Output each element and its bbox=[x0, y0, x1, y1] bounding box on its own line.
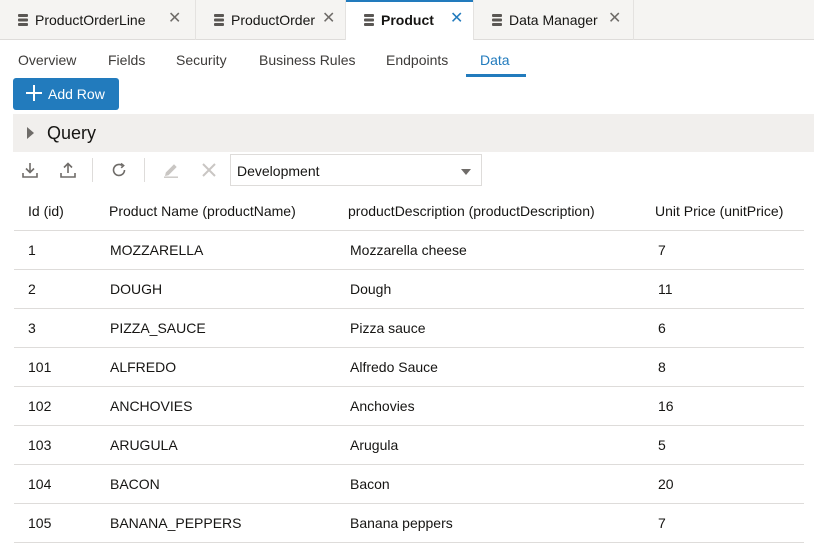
cell-product-description: Dough bbox=[350, 281, 392, 297]
cell-product-description: Banana peppers bbox=[350, 515, 453, 531]
cell-product-name: BANANA_PEPPERS bbox=[110, 515, 242, 531]
database-icon bbox=[214, 14, 224, 26]
cell-id: 103 bbox=[28, 437, 52, 453]
tab-endpoints[interactable]: Endpoints bbox=[386, 52, 448, 68]
tab-fields[interactable]: Fields bbox=[108, 52, 145, 68]
environment-select[interactable]: Development bbox=[230, 154, 482, 186]
cell-unit-price: 7 bbox=[658, 515, 666, 531]
tab-data-manager[interactable]: Data Manager ✕ bbox=[474, 0, 634, 40]
column-header-product-description[interactable]: productDescription (productDescription) bbox=[348, 203, 595, 219]
document-tab-bar: ProductOrderLine ✕ ProductOrder ✕ Produc… bbox=[0, 0, 814, 40]
close-icon[interactable]: ✕ bbox=[322, 10, 335, 28]
toolbar-separator bbox=[92, 158, 93, 182]
cell-id: 1 bbox=[28, 242, 36, 258]
edit-icon[interactable] bbox=[162, 161, 180, 179]
toolbar-separator bbox=[144, 158, 145, 182]
close-icon[interactable]: ✕ bbox=[168, 10, 181, 28]
tab-label: Product bbox=[381, 12, 434, 28]
cell-id: 2 bbox=[28, 281, 36, 297]
table-row[interactable]: 105 BANANA_PEPPERS Banana peppers 7 bbox=[14, 504, 804, 543]
cell-product-description: Alfredo Sauce bbox=[350, 359, 438, 375]
data-grid: Id (id) Product Name (productName) produ… bbox=[14, 192, 804, 543]
close-icon[interactable]: ✕ bbox=[450, 10, 463, 28]
cell-unit-price: 5 bbox=[658, 437, 666, 453]
cell-product-description: Pizza sauce bbox=[350, 320, 426, 336]
cell-product-description: Arugula bbox=[350, 437, 399, 453]
cell-unit-price: 8 bbox=[658, 359, 666, 375]
cell-unit-price: 6 bbox=[658, 320, 666, 336]
tab-productorder[interactable]: ProductOrder ✕ bbox=[196, 0, 346, 40]
cell-product-description: Bacon bbox=[350, 476, 390, 492]
tab-overview[interactable]: Overview bbox=[18, 52, 76, 68]
column-header-product-name[interactable]: Product Name (productName) bbox=[109, 203, 296, 219]
tab-data[interactable]: Data bbox=[480, 52, 510, 68]
environment-value: Development bbox=[237, 163, 320, 179]
table-row[interactable]: 2 DOUGH Dough 11 bbox=[14, 270, 804, 309]
tab-label: ProductOrderLine bbox=[35, 12, 146, 28]
tab-label: Data Manager bbox=[509, 12, 598, 28]
table-row[interactable]: 3 PIZZA_SAUCE Pizza sauce 6 bbox=[14, 309, 804, 348]
expand-caret-icon[interactable] bbox=[27, 127, 34, 139]
plus-icon bbox=[26, 85, 42, 101]
data-toolbar: Development bbox=[13, 152, 814, 188]
query-title: Query bbox=[47, 123, 97, 143]
cell-id: 105 bbox=[28, 515, 52, 531]
cell-id: 3 bbox=[28, 320, 36, 336]
sub-tab-bar: Overview Fields Security Business Rules … bbox=[0, 40, 814, 78]
cell-id: 104 bbox=[28, 476, 52, 492]
cell-unit-price: 16 bbox=[658, 398, 674, 414]
tab-business-rules[interactable]: Business Rules bbox=[259, 52, 356, 68]
table-row[interactable]: 101 ALFREDO Alfredo Sauce 8 bbox=[14, 348, 804, 387]
tab-productorderline[interactable]: ProductOrderLine ✕ bbox=[0, 0, 196, 40]
database-icon bbox=[364, 14, 374, 26]
tab-security[interactable]: Security bbox=[176, 52, 227, 68]
column-header-id[interactable]: Id (id) bbox=[28, 203, 64, 219]
query-panel-header[interactable]: Query bbox=[13, 114, 814, 152]
cell-product-description: Mozzarella cheese bbox=[350, 242, 467, 258]
close-icon[interactable]: ✕ bbox=[608, 10, 621, 28]
table-header: Id (id) Product Name (productName) produ… bbox=[14, 192, 804, 231]
table-row[interactable]: 104 BACON Bacon 20 bbox=[14, 465, 804, 504]
cell-product-name: MOZZARELLA bbox=[110, 242, 204, 258]
download-icon[interactable] bbox=[21, 161, 39, 179]
tab-product[interactable]: Product ✕ bbox=[346, 0, 474, 40]
cell-product-description: Anchovies bbox=[350, 398, 415, 414]
table-row[interactable]: 1 MOZZARELLA Mozzarella cheese 7 bbox=[14, 231, 804, 270]
database-icon bbox=[492, 14, 502, 26]
add-row-label: Add Row bbox=[48, 86, 105, 102]
active-tab-indicator bbox=[466, 74, 526, 77]
cell-id: 102 bbox=[28, 398, 52, 414]
cell-product-name: DOUGH bbox=[110, 281, 163, 297]
cell-unit-price: 11 bbox=[658, 281, 673, 297]
cell-unit-price: 7 bbox=[658, 242, 666, 258]
cell-product-name: BACON bbox=[110, 476, 160, 492]
cell-id: 101 bbox=[28, 359, 52, 375]
database-icon bbox=[18, 14, 28, 26]
delete-icon[interactable] bbox=[200, 161, 218, 179]
table-row[interactable]: 102 ANCHOVIES Anchovies 16 bbox=[14, 387, 804, 426]
table-row[interactable]: 103 ARUGULA Arugula 5 bbox=[14, 426, 804, 465]
cell-product-name: PIZZA_SAUCE bbox=[110, 320, 206, 336]
column-header-unit-price[interactable]: Unit Price (unitPrice) bbox=[655, 203, 783, 219]
cell-product-name: ALFREDO bbox=[110, 359, 177, 375]
tab-label: ProductOrder bbox=[231, 12, 316, 28]
cell-product-name: ANCHOVIES bbox=[110, 398, 193, 414]
refresh-icon[interactable] bbox=[110, 161, 128, 179]
upload-icon[interactable] bbox=[59, 161, 77, 179]
cell-product-name: ARUGULA bbox=[110, 437, 178, 453]
chevron-down-icon bbox=[461, 169, 471, 175]
add-row-button[interactable]: Add Row bbox=[13, 78, 119, 110]
cell-unit-price: 20 bbox=[658, 476, 674, 492]
